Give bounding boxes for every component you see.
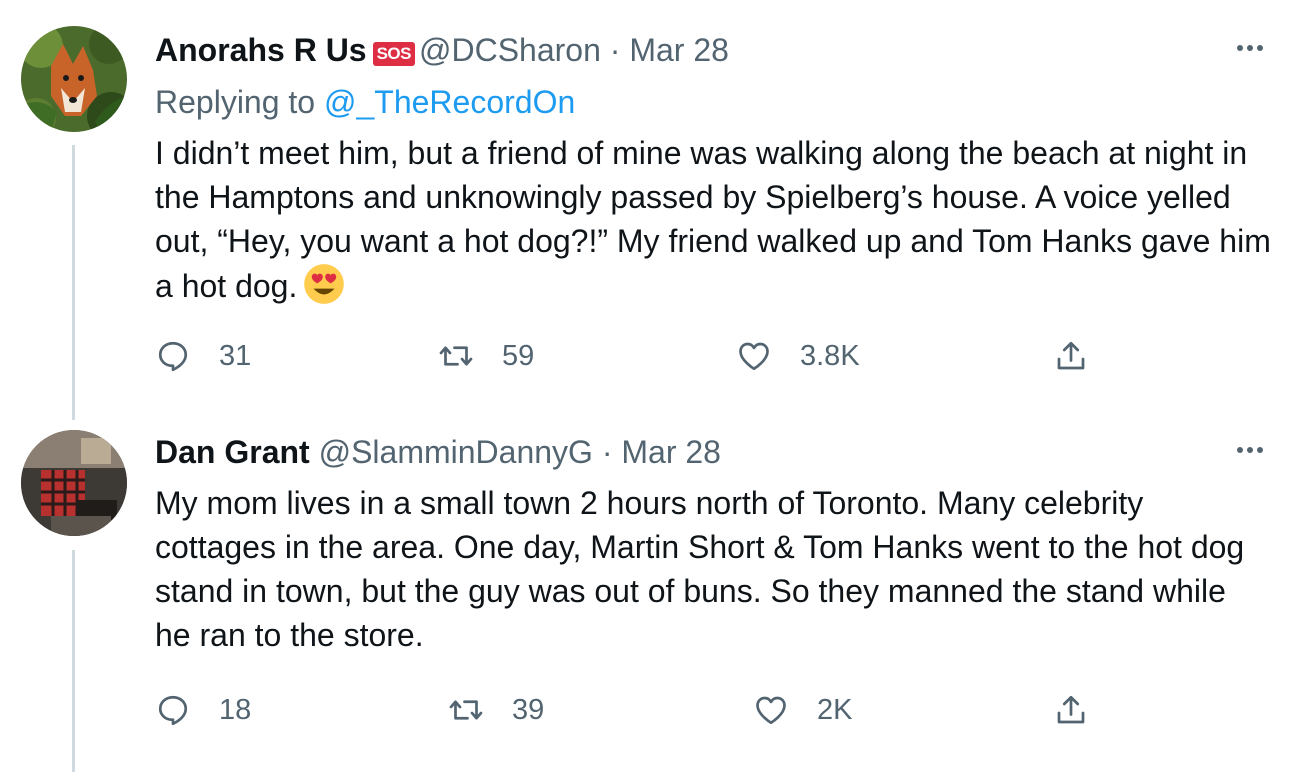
share-upload-icon: [1057, 341, 1085, 370]
thread-line: [72, 145, 75, 420]
heart-outline-icon: [756, 696, 786, 725]
like-count: 3.8K: [800, 340, 860, 372]
speech-bubble-icon: [158, 695, 188, 726]
avatar-dan-grant[interactable]: [21, 430, 127, 536]
retweet-arrows-icon: [439, 346, 473, 366]
couch-photo-avatar-image: [21, 430, 127, 536]
reply-count: 18: [219, 694, 252, 726]
retweet-count: 39: [512, 694, 545, 726]
more-options-button[interactable]: [1237, 440, 1281, 460]
tweet-text: I didn’t meet him, but a friend of mine …: [155, 131, 1285, 308]
replying-to-label: Replying to: [155, 84, 316, 120]
three-dots-icon: [1237, 447, 1243, 453]
tweet-header: Dan Grant @SlamminDannyG · Mar 28: [155, 432, 721, 472]
share-upload-icon: [1057, 695, 1085, 724]
retweet-count: 59: [502, 340, 535, 372]
tweet-text-content: My mom lives in a small town 2 hours nor…: [155, 485, 1245, 653]
author-handle[interactable]: @DCSharon: [419, 32, 601, 68]
tweet-1[interactable]: Anorahs R Us SOS @DCSharon · Mar 28 Replyi…: [0, 0, 1300, 420]
separator-dot: ·: [601, 434, 613, 470]
share-action[interactable]: [1053, 690, 1089, 730]
three-dots-icon: [1237, 45, 1243, 51]
retweet-action[interactable]: 39: [448, 690, 544, 730]
author-handle[interactable]: @SlamminDannyG: [319, 434, 593, 470]
heart-eyes-emoji-icon: [304, 264, 345, 304]
more-options-button[interactable]: [1237, 38, 1281, 58]
tweet-text: My mom lives in a small town 2 hours nor…: [155, 481, 1265, 657]
tweet-2[interactable]: Dan Grant @SlamminDannyG · Mar 28 My mom…: [0, 420, 1300, 772]
tweet-date[interactable]: Mar 28: [621, 434, 721, 470]
avatar-anorahs[interactable]: [21, 26, 127, 132]
heart-outline-icon: [739, 342, 769, 371]
replying-to-link[interactable]: @_TheRecordOn: [324, 84, 575, 120]
fox-avatar-image: [21, 26, 127, 132]
thread-line: [72, 550, 75, 772]
speech-bubble-icon: [158, 341, 188, 372]
tweet-header: Anorahs R Us SOS @DCSharon · Mar 28: [155, 30, 729, 70]
tweet-date[interactable]: Mar 28: [629, 32, 729, 68]
retweet-arrows-icon: [449, 700, 483, 720]
author-name[interactable]: Anorahs R Us: [155, 32, 367, 68]
sos-emoji-badge: SOS: [372, 42, 415, 66]
separator-dot: ·: [609, 32, 621, 68]
like-count: 2K: [817, 694, 853, 726]
reply-action[interactable]: 18: [155, 690, 251, 730]
like-action[interactable]: 3.8K: [736, 336, 860, 376]
reply-count: 31: [219, 340, 252, 372]
replying-to-line: Replying to @_TheRecordOn: [155, 82, 575, 122]
author-name[interactable]: Dan Grant: [155, 434, 310, 470]
like-action[interactable]: 2K: [753, 690, 852, 730]
retweet-action[interactable]: 59: [438, 336, 534, 376]
reply-action[interactable]: 31: [155, 336, 251, 376]
share-action[interactable]: [1053, 336, 1089, 376]
